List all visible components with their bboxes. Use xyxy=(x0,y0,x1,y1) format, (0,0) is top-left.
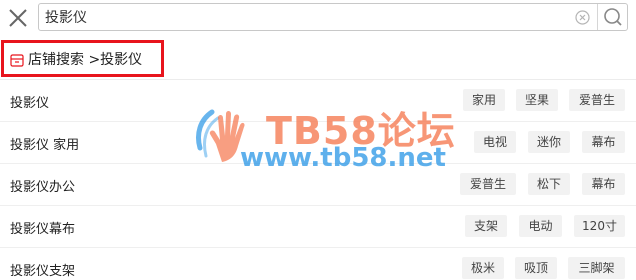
suggestion-tag[interactable]: 松下 xyxy=(528,173,570,195)
suggestion-tag[interactable]: 极米 xyxy=(462,257,504,279)
suggestion-tag[interactable]: 家用 xyxy=(463,89,505,111)
search-header xyxy=(0,0,636,36)
suggestion-tag[interactable]: 三脚架 xyxy=(568,257,625,279)
suggestion-row[interactable]: 投影仪支架 极米 吸顶 三脚架 xyxy=(0,248,636,280)
suggestion-tag[interactable]: 幕布 xyxy=(582,131,625,153)
suggestion-tag[interactable]: 迷你 xyxy=(528,131,570,153)
suggestion-text: 投影仪 xyxy=(10,96,50,111)
suggestion-row[interactable]: 投影仪幕布 支架 电动 120寸 xyxy=(0,206,636,248)
shop-icon xyxy=(10,52,24,67)
close-icon[interactable] xyxy=(6,6,30,30)
suggestion-tag[interactable]: 120寸 xyxy=(574,215,625,237)
suggestion-tag[interactable]: 吸顶 xyxy=(515,257,557,279)
clear-icon[interactable] xyxy=(575,10,590,25)
suggestion-text: 投影仪办公 xyxy=(10,180,76,195)
search-page: 店铺搜索 >投影仪 投影仪 家用 坚果 爱普生 投影仪 家用 电视 迷你 幕布 … xyxy=(0,0,636,280)
suggestion-text: 投影仪支架 xyxy=(10,264,76,279)
suggestion-text: 投影仪 家用 xyxy=(10,138,80,153)
suggestion-tag[interactable]: 坚果 xyxy=(516,89,558,111)
shop-search-row[interactable]: 店铺搜索 >投影仪 xyxy=(0,38,636,80)
suggestion-tag[interactable]: 爱普生 xyxy=(460,173,516,195)
suggestion-tag[interactable]: 电视 xyxy=(474,131,516,153)
watermark-url: www.tb58.net xyxy=(240,143,446,173)
search-input[interactable] xyxy=(45,6,565,28)
search-divider xyxy=(597,4,598,30)
suggestion-tag[interactable]: 爱普生 xyxy=(569,89,625,111)
shop-search-label: 店铺搜索 >投影仪 xyxy=(28,52,143,68)
suggestion-tag[interactable]: 支架 xyxy=(465,215,507,237)
suggestion-tag[interactable]: 电动 xyxy=(519,215,562,237)
search-box xyxy=(38,3,628,31)
suggestion-text: 投影仪幕布 xyxy=(10,222,76,237)
suggestion-tag[interactable]: 幕布 xyxy=(582,173,625,195)
search-icon[interactable] xyxy=(599,4,627,30)
